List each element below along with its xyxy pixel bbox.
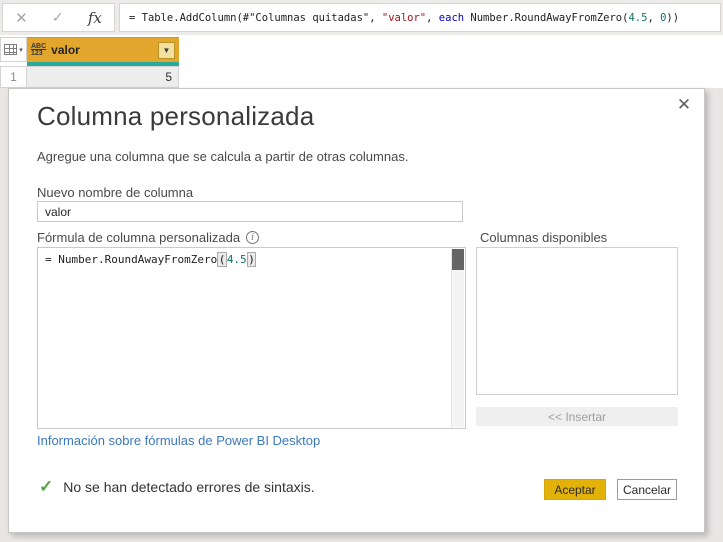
row-number[interactable]: 1 <box>0 66 27 88</box>
cancel-button[interactable]: Cancelar <box>617 479 677 500</box>
syntax-status: ✓ No se han detectado errores de sintaxi… <box>39 477 315 497</box>
custom-formula-label-text: Fórmula de columna personalizada <box>37 230 241 245</box>
formula-help-link[interactable]: Información sobre fórmulas de Power BI D… <box>37 433 320 448</box>
formula-bar-actions: ✕ ✓ fx <box>2 3 115 32</box>
fx-icon[interactable]: fx <box>88 9 102 27</box>
close-icon[interactable]: ✕ <box>673 94 695 116</box>
formula-token: , <box>647 11 661 24</box>
dialog-overlay: ✕ Columna personalizada Agregue una colu… <box>0 88 723 542</box>
column-filter-button[interactable]: ▼ <box>158 41 175 59</box>
power-query-editor: ✕ ✓ fx = Table.AddColumn(#"Columnas quit… <box>0 0 723 542</box>
data-preview-grid: ▾ ABC 123 valor ▼ 1 5 <box>0 35 723 88</box>
available-columns-label: Columnas disponibles <box>480 230 608 245</box>
formula-token: each <box>438 11 465 24</box>
syntax-status-text: No se han detectado errores de sintaxis. <box>63 479 315 495</box>
dialog-title: Columna personalizada <box>37 101 315 131</box>
new-column-name-label: Nuevo nombre de columna <box>37 185 194 200</box>
formula-token: )) <box>666 11 680 24</box>
data-type-any-icon[interactable]: ABC 123 <box>31 43 46 58</box>
insert-button[interactable]: << Insertar <box>476 407 678 426</box>
check-icon: ✓ <box>39 477 54 496</box>
available-columns-list[interactable] <box>476 247 678 395</box>
custom-formula-text: = Number.RoundAwayFromZero(4.5) <box>45 252 449 267</box>
formula-token: , <box>426 11 439 24</box>
formula-bar: ✕ ✓ fx = Table.AddColumn(#"Columnas quit… <box>0 0 723 35</box>
custom-formula-editor[interactable]: = Number.RoundAwayFromZero(4.5) <box>37 247 466 429</box>
new-column-name-input[interactable] <box>37 201 463 222</box>
formula-token: = Table.AddColumn(#"Columnas quitadas", <box>129 11 382 24</box>
formula-bar-input[interactable]: = Table.AddColumn(#"Columnas quitadas", … <box>119 3 721 32</box>
table-icon <box>4 44 18 55</box>
table-menu-button[interactable]: ▾ <box>0 37 27 62</box>
formula-token: ) <box>246 252 257 267</box>
dialog-description: Agregue una columna que se calcula a par… <box>37 149 409 164</box>
info-icon[interactable]: i <box>246 231 260 244</box>
formula-token: Number.RoundAwayFromZero( <box>464 11 629 24</box>
column-name: valor <box>51 43 80 57</box>
custom-formula-label: Fórmula de columna personalizada i <box>37 230 260 245</box>
custom-column-dialog: ✕ Columna personalizada Agregue una colu… <box>8 88 705 533</box>
scrollbar-thumb[interactable] <box>452 249 464 270</box>
formula-token: = Number.RoundAwayFromZero <box>45 253 218 266</box>
column-header-valor[interactable]: ABC 123 valor ▼ <box>27 37 179 62</box>
formula-token: ( <box>217 252 227 267</box>
chevron-down-icon: ▾ <box>19 46 23 54</box>
formula-token: 4.5 <box>628 11 648 24</box>
commit-formula-icon[interactable]: ✓ <box>52 9 64 26</box>
table-cell-value[interactable]: 5 <box>27 66 179 88</box>
discard-formula-icon[interactable]: ✕ <box>15 9 28 27</box>
type-icon-abc: ABC <box>31 42 47 50</box>
accept-button[interactable]: Aceptar <box>544 479 606 500</box>
formula-token: 4.5 <box>226 253 247 266</box>
type-icon-123: 123 <box>31 50 43 57</box>
formula-editor-scrollbar[interactable] <box>451 249 464 427</box>
formula-token: "valor" <box>381 11 427 24</box>
